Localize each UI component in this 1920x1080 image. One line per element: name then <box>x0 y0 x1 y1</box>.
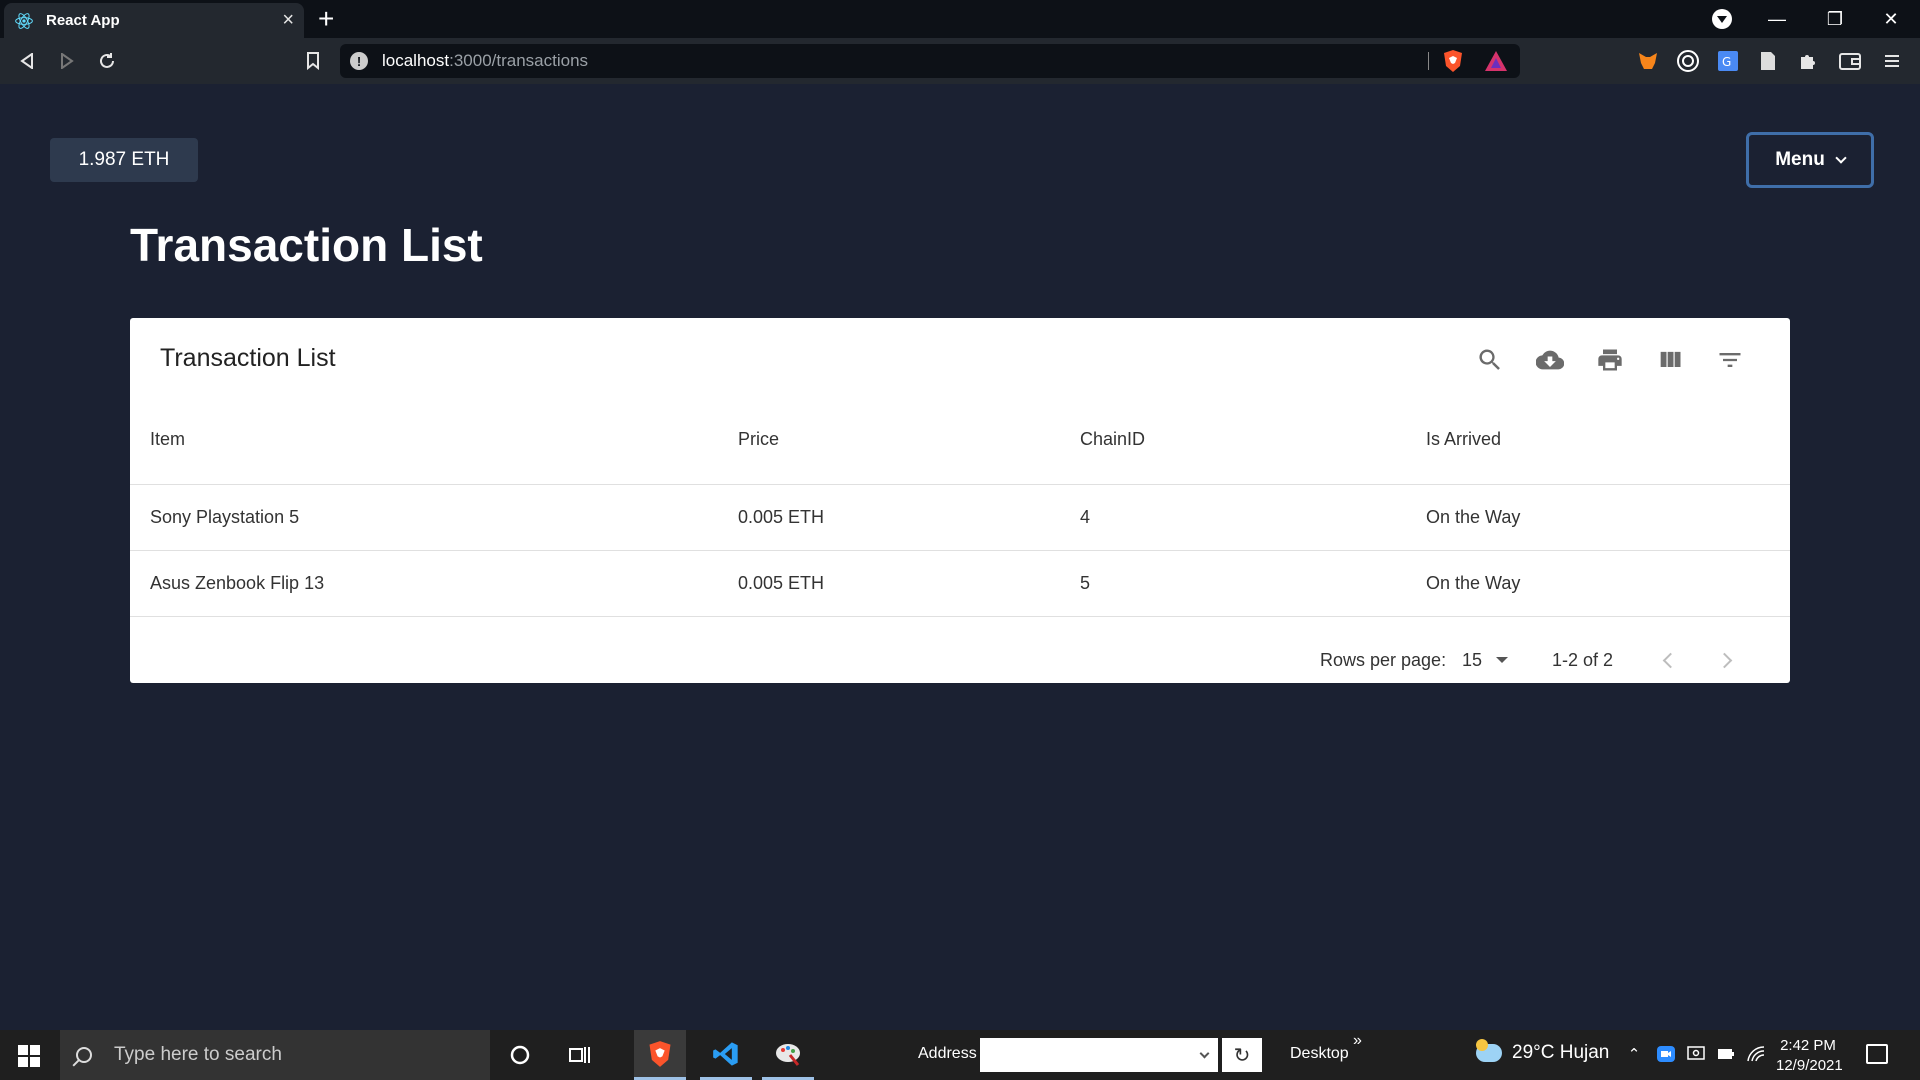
cell-is-arrived: On the Way <box>1406 484 1790 551</box>
rows-per-page-value: 15 <box>1462 649 1483 670</box>
svg-text:G: G <box>1722 55 1731 69</box>
forward-icon[interactable] <box>52 46 82 76</box>
desktop-toolbar-more-icon[interactable]: » <box>1353 1032 1362 1050</box>
reload-icon[interactable] <box>92 46 122 76</box>
address-toolbar-label: Address <box>918 1045 977 1062</box>
battery-icon[interactable] <box>1716 1044 1736 1064</box>
translate-extension-icon[interactable]: G <box>1716 49 1740 73</box>
taskbar-search-placeholder: Type here to search <box>114 1044 282 1065</box>
extensions-puzzle-icon[interactable] <box>1796 49 1820 73</box>
next-page-button[interactable] <box>1712 645 1742 675</box>
menu-button[interactable]: Menu <box>1746 132 1874 188</box>
reader-mode-icon[interactable] <box>1756 49 1780 73</box>
page-title: Transaction List <box>130 219 483 271</box>
url-path: :3000/transactions <box>449 51 589 70</box>
site-info-icon[interactable]: ! <box>350 52 368 70</box>
column-header-item[interactable]: Item <box>130 396 718 485</box>
transaction-table-card: Transaction List Item Price ChainID Is A… <box>130 318 1790 683</box>
weather-text: 29°C Hujan <box>1512 1042 1610 1063</box>
system-clock[interactable]: 2:42 PM 12/9/2021 <box>1776 1036 1843 1076</box>
url-host: localhost <box>382 51 450 70</box>
taskbar-search-input[interactable]: Type here to search <box>60 1030 490 1080</box>
address-bar[interactable]: ! localhost:3000/transactions <box>340 44 1520 78</box>
weather-widget[interactable]: 29°C Hujan <box>1476 1039 1610 1064</box>
weather-rain-cloud-icon <box>1476 1039 1502 1062</box>
browser-tab-bar: React App × + — ❐ ✕ <box>0 0 1920 38</box>
view-columns-icon[interactable] <box>1652 342 1688 378</box>
print-icon[interactable] <box>1592 342 1628 378</box>
clock-time: 2:42 PM <box>1780 1037 1836 1054</box>
filter-icon[interactable] <box>1712 342 1748 378</box>
bookmark-icon[interactable] <box>298 46 328 76</box>
address-toolbar-input[interactable] <box>980 1038 1218 1072</box>
extension-circle-icon[interactable] <box>1676 49 1700 73</box>
table-row[interactable]: Sony Playstation 5 0.005 ETH 4 On the Wa… <box>130 484 1790 551</box>
brave-browser-taskbar-icon[interactable] <box>634 1030 686 1080</box>
table-pagination: Rows per page: 15 1-2 of 2 <box>130 636 1790 684</box>
cell-chainid: 5 <box>1060 550 1406 617</box>
display-tray-icon[interactable] <box>1686 1044 1706 1064</box>
tab-close-icon[interactable]: × <box>282 9 294 32</box>
previous-page-button[interactable] <box>1652 645 1682 675</box>
search-icon[interactable] <box>1472 342 1508 378</box>
paint-taskbar-icon[interactable] <box>762 1030 814 1080</box>
cell-price: 0.005 ETH <box>718 484 1060 551</box>
table-title: Transaction List <box>160 344 336 372</box>
browser-toolbar: ! localhost:3000/transactions G <box>0 38 1920 84</box>
windows-start-icon[interactable] <box>18 1045 40 1067</box>
address-refresh-icon[interactable]: ↻ <box>1222 1038 1262 1072</box>
cell-price: 0.005 ETH <box>718 550 1060 617</box>
cell-is-arrived: On the Way <box>1406 550 1790 617</box>
cell-chainid: 4 <box>1060 484 1406 551</box>
chevron-down-icon <box>1835 151 1847 164</box>
notification-center-icon[interactable] <box>1866 1044 1888 1064</box>
chevron-right-icon <box>1716 652 1732 668</box>
new-tab-button[interactable]: + <box>318 4 334 34</box>
dropdown-caret-icon <box>1496 657 1509 663</box>
wifi-icon[interactable] <box>1746 1044 1766 1064</box>
profile-menu-icon[interactable] <box>1712 9 1732 29</box>
browser-tab[interactable]: React App × <box>4 3 304 38</box>
url-separator <box>1428 52 1429 70</box>
cell-item: Asus Zenbook Flip 13 <box>130 550 718 617</box>
rows-per-page-label: Rows per page: <box>1320 649 1447 670</box>
table-header-row: Item Price ChainID Is Arrived <box>130 396 1790 485</box>
brave-rewards-icon[interactable] <box>1484 50 1508 72</box>
url-text[interactable]: localhost:3000/transactions <box>382 51 588 71</box>
zoom-tray-icon[interactable] <box>1656 1044 1676 1064</box>
vscode-taskbar-icon[interactable] <box>700 1030 752 1080</box>
task-view-icon[interactable] <box>554 1030 606 1080</box>
cortana-icon[interactable] <box>494 1030 546 1080</box>
metamask-extension-icon[interactable] <box>1636 49 1660 73</box>
wallet-icon[interactable] <box>1838 49 1862 73</box>
windows-taskbar: Type here to search Address ↻ Desktop » … <box>0 1030 1920 1080</box>
react-logo-icon <box>15 12 33 29</box>
cell-item: Sony Playstation 5 <box>130 484 718 551</box>
desktop-toolbar-label[interactable]: Desktop <box>1290 1045 1349 1063</box>
minimize-button[interactable]: — <box>1748 0 1806 38</box>
pagination-range: 1-2 of 2 <box>1552 649 1614 670</box>
chevron-left-icon <box>1662 652 1678 668</box>
column-header-price[interactable]: Price <box>718 396 1060 485</box>
tab-title: React App <box>46 12 120 29</box>
chevron-up-icon[interactable]: ⌃ <box>1624 1044 1644 1064</box>
restore-button[interactable]: ❐ <box>1806 0 1864 38</box>
search-icon <box>76 1047 92 1063</box>
close-window-button[interactable]: ✕ <box>1862 0 1920 38</box>
transaction-table: Item Price ChainID Is Arrived Sony Plays… <box>130 396 1790 617</box>
column-header-chainid[interactable]: ChainID <box>1060 396 1406 485</box>
back-icon[interactable] <box>12 46 42 76</box>
menu-button-label: Menu <box>1775 149 1825 170</box>
rows-per-page-select[interactable]: 15 <box>1462 649 1509 671</box>
brave-shields-icon[interactable] <box>1442 49 1464 73</box>
column-header-is-arrived[interactable]: Is Arrived <box>1406 396 1790 485</box>
browser-menu-icon[interactable] <box>1880 49 1904 73</box>
download-icon[interactable] <box>1532 342 1568 378</box>
table-row[interactable]: Asus Zenbook Flip 13 0.005 ETH 5 On the … <box>130 550 1790 617</box>
clock-date: 12/9/2021 <box>1776 1057 1843 1074</box>
wallet-balance: 1.987 ETH <box>50 138 198 182</box>
